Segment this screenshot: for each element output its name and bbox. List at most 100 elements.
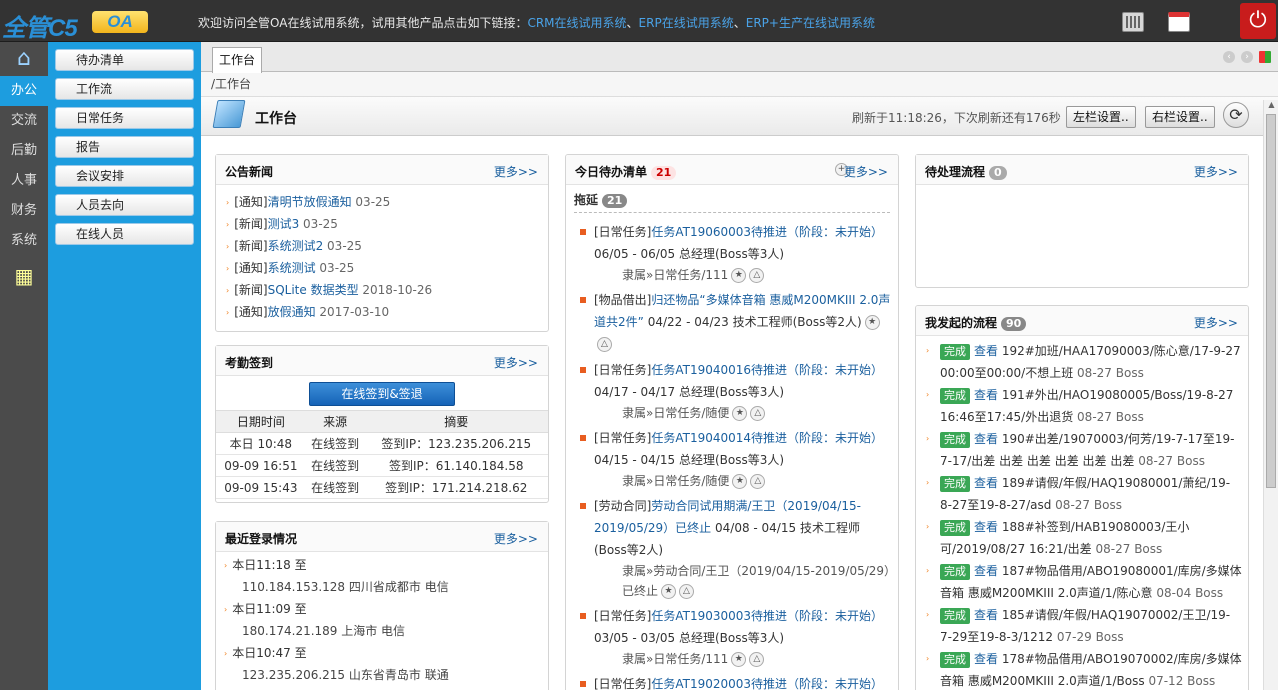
warning-icon[interactable]: △ <box>749 652 765 667</box>
nav-communication[interactable]: 交流 <box>0 106 48 136</box>
news-title-link[interactable]: SQLite 数据类型 <box>268 283 359 297</box>
news-title-link[interactable]: 测试3 <box>268 217 300 231</box>
erp-trial-link[interactable]: ERP在线试用系统 <box>639 16 734 30</box>
todo-link[interactable]: 任务AT19030003待推进（阶段：未开始） <box>651 609 883 623</box>
news-title-link[interactable]: 放假通知 <box>268 305 316 319</box>
bullet-icon: › <box>226 307 230 317</box>
scroll-up-icon[interactable]: ▲ <box>1264 100 1278 112</box>
star-icon[interactable]: ★ <box>864 315 880 330</box>
left-column-settings-button[interactable]: 左栏设置.. <box>1066 106 1136 128</box>
logins-more-link[interactable]: 更多>> <box>494 530 538 547</box>
flow-date: 07-29 <box>1056 630 1092 644</box>
tab-menu-icon[interactable] <box>1259 51 1271 63</box>
erp-production-trial-link[interactable]: ERP+生产在线试用系统 <box>746 16 875 30</box>
logo-brand: 全管C5 <box>2 15 78 42</box>
nav-office[interactable]: 办公 <box>0 76 48 106</box>
tab-workbench[interactable]: 工作台 <box>212 47 263 73</box>
my-flows-more-link[interactable]: 更多>> <box>1194 314 1238 331</box>
login-time-text: 本日11:09 至 <box>232 602 307 616</box>
main-area: 工作台 ‹ › /工作台 工作台 刷新于11:18:26，下次刷新还有176秒 … <box>201 42 1278 690</box>
news-item: › [通知]系统测试 03-25 <box>226 257 548 279</box>
tab-next-icon[interactable]: › <box>1241 51 1253 63</box>
pending-more-link[interactable]: 更多>> <box>1194 163 1238 180</box>
bullet-icon: › <box>226 263 230 273</box>
submenu-whereabouts[interactable]: 人员去向 <box>55 194 194 216</box>
app-logo[interactable]: 全管C5 OA <box>0 8 150 42</box>
workbench-icon <box>212 100 246 128</box>
bullet-icon: › <box>226 285 230 295</box>
flow-date: 08-27 <box>1095 542 1131 556</box>
bullet-icon: › <box>224 560 228 570</box>
news-title-link[interactable]: 系统测试2 <box>268 239 324 253</box>
table-row: 本日 10:48 在线签到 签到IP：123.235.206.215 <box>216 432 548 455</box>
view-link[interactable]: 查看 <box>974 432 998 446</box>
tab-prev-icon[interactable]: ‹ <box>1223 51 1235 63</box>
bullet-icon: › <box>224 604 228 614</box>
view-link[interactable]: 查看 <box>974 564 998 578</box>
news-title-link[interactable]: 系统测试 <box>268 261 316 275</box>
pending-flows-panel: 待处理流程 0 更多>> <box>915 154 1249 288</box>
news-type: [通知] <box>234 195 268 209</box>
home-icon[interactable]: ⌂ <box>0 42 48 76</box>
star-icon[interactable]: ★ <box>732 474 748 489</box>
star-icon[interactable]: ★ <box>732 406 748 421</box>
scrollbar[interactable]: ▲ <box>1263 100 1278 690</box>
submenu-workflow[interactable]: 工作流 <box>55 78 194 100</box>
right-column-settings-button[interactable]: 右栏设置.. <box>1145 106 1215 128</box>
toolbox-icon[interactable]: ▦ <box>10 264 38 288</box>
submenu-reports[interactable]: 报告 <box>55 136 194 158</box>
sign-in-out-button[interactable]: 在线签到&签退 <box>309 382 455 406</box>
view-link[interactable]: 查看 <box>974 520 998 534</box>
submenu-todo-list[interactable]: 待办清单 <box>55 49 194 71</box>
tab-bar: 工作台 ‹ › <box>201 42 1278 73</box>
view-link[interactable]: 查看 <box>974 344 998 358</box>
star-icon[interactable]: ★ <box>731 652 747 667</box>
status-badge: 完成 <box>940 520 970 536</box>
todo-info: 04/22 - 04/23 技术工程师(Boss等2人) <box>647 315 862 329</box>
todo-category: [日常任务] <box>594 609 652 623</box>
nav-system[interactable]: 系统 <box>0 226 48 256</box>
view-link[interactable]: 查看 <box>974 608 998 622</box>
nav-hr[interactable]: 人事 <box>0 166 48 196</box>
news-more-link[interactable]: 更多>> <box>494 163 538 180</box>
todo-more-link[interactable]: 更多>> <box>844 163 888 180</box>
attendance-table: 日期时间 来源 摘要 本日 10:48 在线签到 签到IP：123.235.206.… <box>216 410 548 499</box>
submenu-online-users[interactable]: 在线人员 <box>55 223 194 245</box>
login-time-text: 本日11:18 至 <box>232 558 307 572</box>
star-icon[interactable]: ★ <box>731 268 747 283</box>
warning-icon[interactable]: △ <box>750 406 766 421</box>
todo-link[interactable]: 任务AT19060003待推进（阶段：未开始） <box>651 225 883 239</box>
warning-icon[interactable]: △ <box>597 337 612 352</box>
warning-icon[interactable]: △ <box>749 268 765 283</box>
warning-icon[interactable]: △ <box>679 584 695 599</box>
news-type: [通知] <box>234 261 268 275</box>
calculator-icon[interactable] <box>1122 12 1144 32</box>
flow-date: 07-12 <box>1148 674 1184 688</box>
power-icon[interactable]: ⏻ <box>1240 3 1276 39</box>
status-badge: 完成 <box>940 476 970 492</box>
view-link[interactable]: 查看 <box>974 652 998 666</box>
news-type: [通知] <box>234 305 268 319</box>
crm-trial-link[interactable]: CRM在线试用系统 <box>527 16 626 30</box>
submenu-daily-tasks[interactable]: 日常任务 <box>55 107 194 129</box>
todo-item: [日常任务]任务AT19060003待推进（阶段：未开始） 06/05 - 06… <box>580 221 892 285</box>
warning-icon[interactable]: △ <box>750 474 766 489</box>
calendar-icon[interactable] <box>1168 12 1190 32</box>
attendance-more-link[interactable]: 更多>> <box>494 354 538 371</box>
bullet-icon: › <box>926 478 930 487</box>
news-title-link[interactable]: 清明节放假通知 <box>268 195 352 209</box>
star-icon[interactable]: ★ <box>661 584 677 599</box>
pending-count-badge: 0 <box>989 166 1007 180</box>
flow-user: Boss <box>1093 498 1122 512</box>
nav-logistics[interactable]: 后勤 <box>0 136 48 166</box>
scrollbar-thumb[interactable] <box>1266 114 1276 488</box>
todo-link[interactable]: 任务AT19040016待推进（阶段：未开始） <box>651 363 883 377</box>
todo-link[interactable]: 任务AT19040014待推进（阶段：未开始） <box>651 431 883 445</box>
table-cell: 签到IP：171.214.218.62 <box>364 476 548 499</box>
view-link[interactable]: 查看 <box>974 388 998 402</box>
refresh-icon[interactable]: ⟳ <box>1223 102 1249 128</box>
submenu-meetings[interactable]: 会议安排 <box>55 165 194 187</box>
view-link[interactable]: 查看 <box>974 476 998 490</box>
todo-link[interactable]: 任务AT19020003待推进（阶段：未开始） <box>651 677 883 690</box>
nav-finance[interactable]: 财务 <box>0 196 48 226</box>
